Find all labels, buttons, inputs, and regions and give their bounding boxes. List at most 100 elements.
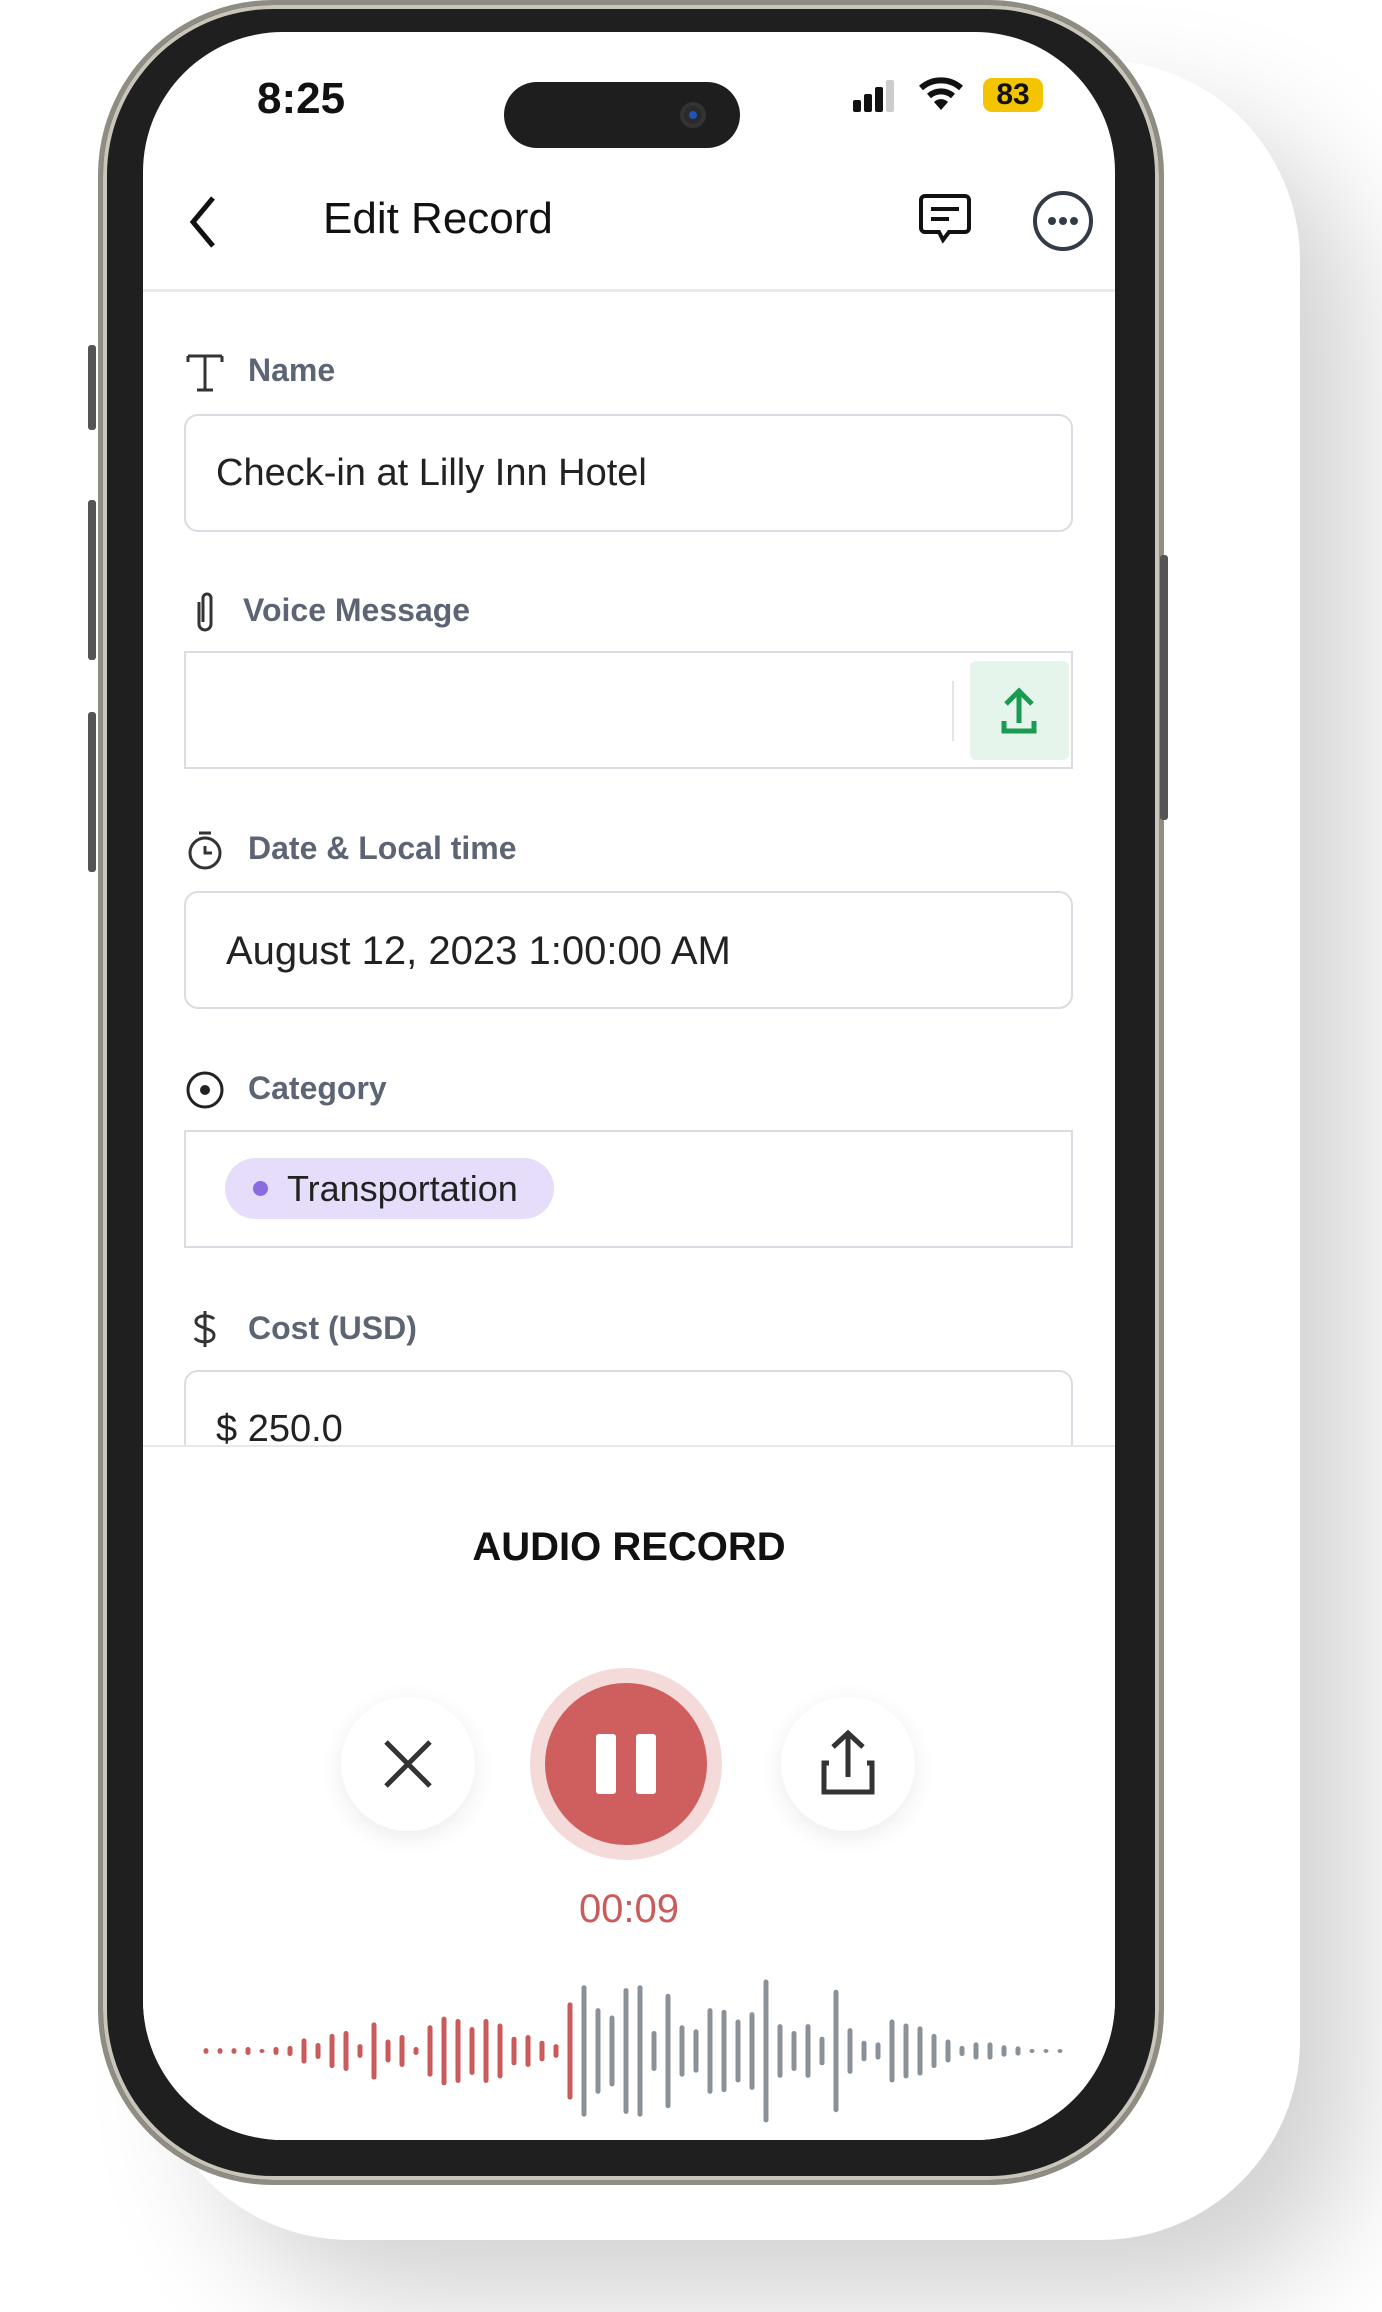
waveform-bar — [539, 2040, 545, 2062]
waveform-bar — [931, 2033, 937, 2069]
name-label: Name — [248, 352, 336, 388]
category-input[interactable]: Transportation — [184, 1130, 1073, 1248]
waveform-bar — [567, 2002, 573, 2100]
waveform-bar — [385, 2039, 391, 2063]
waveform-bar — [945, 2039, 951, 2063]
signal-icon — [853, 80, 894, 112]
waveform-bar — [553, 2044, 559, 2058]
input-separator — [952, 681, 954, 741]
waveform-bar — [343, 2030, 349, 2072]
waveform-bar — [287, 2045, 293, 2057]
waveform-bar — [483, 2018, 489, 2084]
waveform-bar — [511, 2036, 517, 2066]
pause-icon — [596, 1734, 656, 1794]
waveform-bar — [623, 1988, 629, 2114]
waveform-bar — [903, 2023, 909, 2079]
waveform-bar — [413, 2046, 419, 2056]
dynamic-island — [504, 82, 740, 148]
camera-icon — [680, 102, 706, 128]
date-label: Date & Local time — [248, 830, 517, 866]
waveform-bar — [763, 1979, 769, 2123]
waveform-bar — [749, 2012, 755, 2090]
recording-timer: 00:09 — [578, 1887, 680, 1931]
waveform-bar — [665, 1993, 671, 2109]
volume-up-button — [88, 500, 96, 660]
paperclip-icon — [197, 592, 213, 632]
waveform-bar — [693, 2029, 699, 2073]
wifi-icon — [919, 77, 963, 110]
waveform-bar — [525, 2034, 531, 2068]
cost-label: Cost (USD) — [248, 1310, 417, 1346]
audio-record-title: AUDIO RECORD — [472, 1525, 786, 1569]
waveform-bar — [735, 2019, 741, 2083]
waveform-bar — [1029, 2049, 1035, 2053]
waveform-bar — [399, 2034, 405, 2068]
waveform — [203, 1979, 1063, 2123]
waveform-bar — [679, 2025, 685, 2077]
waveform-bar — [329, 2033, 335, 2069]
waveform-bar — [427, 2025, 433, 2077]
category-chip[interactable]: Transportation — [225, 1158, 554, 1219]
waveform-bar — [707, 2008, 713, 2094]
radio-target-icon — [186, 1071, 224, 1109]
waveform-bar — [273, 2046, 279, 2056]
voice-message-input[interactable] — [184, 651, 1073, 769]
waveform-bar — [651, 2030, 657, 2072]
waveform-bar — [833, 1989, 839, 2113]
action-button — [88, 345, 96, 430]
waveform-bar — [861, 2040, 867, 2062]
waveform-bar — [259, 2049, 265, 2053]
waveform-bar — [1043, 2049, 1049, 2053]
waveform-bar — [819, 2036, 825, 2066]
waveform-bar — [497, 2023, 503, 2079]
audio-record-sheet: AUDIO RECORD 00:09 — [143, 1445, 1115, 2140]
cancel-button[interactable] — [341, 1697, 475, 1831]
waveform-bar — [847, 2028, 853, 2074]
text-type-icon — [186, 354, 224, 392]
header-divider — [143, 289, 1115, 292]
waveform-bar — [987, 2042, 993, 2060]
waveform-bar — [231, 2048, 237, 2054]
waveform-bar — [777, 2024, 783, 2078]
date-value: August 12, 2023 1:00:00 AM — [226, 929, 731, 973]
waveform-bar — [973, 2042, 979, 2060]
waveform-bar — [805, 2024, 811, 2078]
waveform-bar — [1001, 2045, 1007, 2057]
battery-indicator: 83 — [983, 78, 1043, 112]
waveform-bar — [301, 2038, 307, 2064]
waveform-bar — [959, 2045, 965, 2057]
screen: 8:25 83 Edit Record Name Check-in at Lil… — [143, 32, 1115, 2140]
power-button — [1160, 555, 1168, 820]
upload-button[interactable] — [970, 661, 1069, 760]
status-time: 8:25 — [257, 74, 346, 123]
dollar-icon — [193, 1311, 216, 1347]
waveform-bar — [1015, 2046, 1021, 2056]
waveform-bar — [217, 2048, 223, 2054]
message-icon[interactable] — [917, 192, 973, 248]
chevron-left-icon[interactable] — [183, 192, 223, 252]
category-label: Category — [248, 1070, 387, 1106]
close-icon — [384, 1740, 432, 1788]
waveform-bar — [245, 2046, 251, 2056]
waveform-bar — [371, 2022, 377, 2080]
waveform-bar — [595, 2008, 601, 2094]
date-input[interactable]: August 12, 2023 1:00:00 AM — [184, 891, 1073, 1009]
share-icon — [821, 1729, 875, 1795]
waveform-bar — [441, 2016, 447, 2086]
waveform-bar — [889, 2019, 895, 2083]
share-button[interactable] — [781, 1697, 915, 1831]
waveform-bar — [581, 1985, 587, 2117]
waveform-bar — [469, 2026, 475, 2076]
timer-icon — [188, 831, 222, 870]
waveform-bar — [721, 2009, 727, 2093]
waveform-bar — [315, 2042, 321, 2060]
waveform-bar — [791, 2030, 797, 2072]
ellipsis-circle-icon[interactable] — [1031, 189, 1095, 253]
waveform-bar — [1057, 2049, 1063, 2053]
volume-down-button — [88, 712, 96, 872]
waveform-bar — [875, 2042, 881, 2060]
waveform-bar — [455, 2018, 461, 2084]
waveform-bar — [917, 2026, 923, 2076]
pause-button[interactable] — [530, 1668, 722, 1860]
name-input[interactable]: Check-in at Lilly Inn Hotel — [184, 414, 1073, 532]
